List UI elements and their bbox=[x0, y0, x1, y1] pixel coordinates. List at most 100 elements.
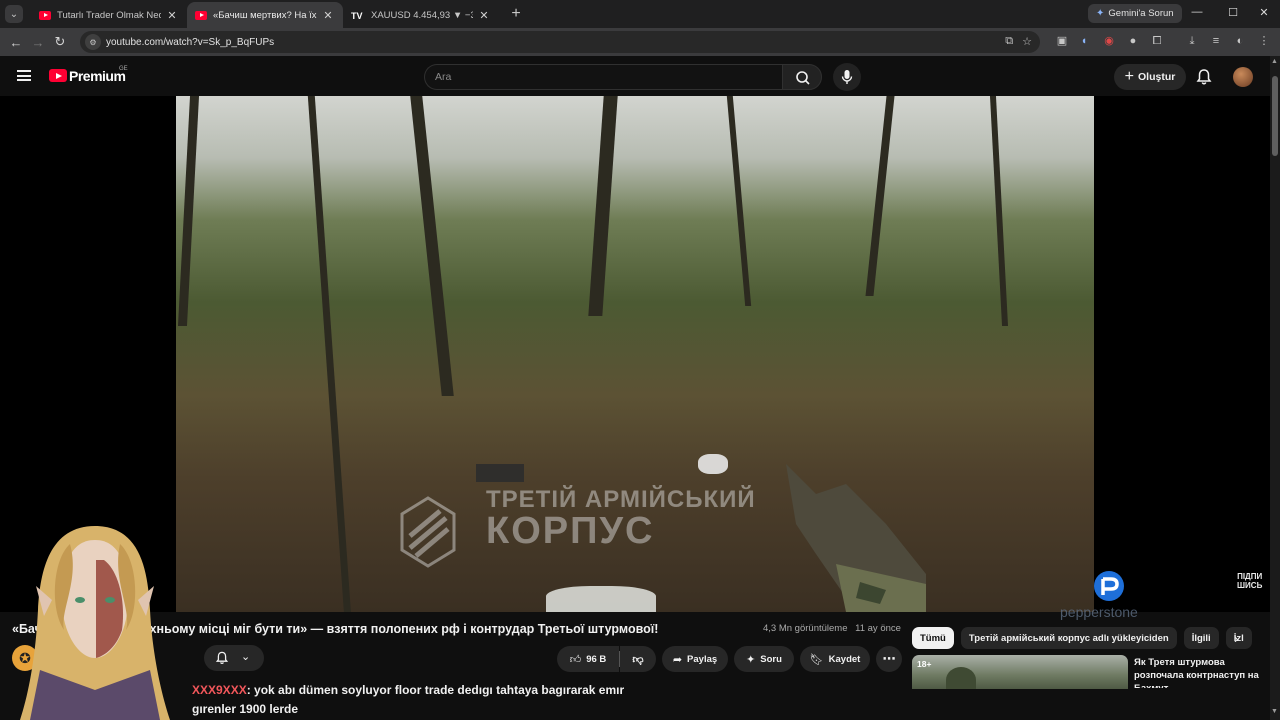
new-tab-button[interactable]: + bbox=[505, 5, 527, 23]
window-close-icon[interactable]: ✕ bbox=[1257, 6, 1271, 19]
extension-icon[interactable]: ▣ bbox=[1055, 34, 1069, 48]
thumbnail-scene bbox=[946, 667, 976, 689]
youtube-masthead: Premium GE + Oluştur bbox=[0, 56, 1280, 96]
subscribe-overlay-badge[interactable]: ПІДПИ ШИСЬ bbox=[1235, 571, 1265, 591]
gemini-label: Gemini'a Sorun bbox=[1108, 8, 1174, 19]
dislike-button[interactable]: 👎︎ bbox=[620, 646, 656, 672]
browser-tab-1[interactable]: Tutarlı Trader Olmak Nedir ? Du ✕ bbox=[31, 2, 187, 28]
reading-list-icon[interactable]: ≡ bbox=[1209, 34, 1223, 48]
page-scrollbar[interactable]: ▲ ▼ bbox=[1270, 56, 1280, 720]
video-scene bbox=[588, 96, 618, 316]
close-tab-icon[interactable]: ✕ bbox=[165, 9, 179, 22]
browser-menu-icon[interactable]: ⋮ bbox=[1257, 34, 1271, 48]
gemini-icon: ✦ bbox=[1096, 8, 1105, 19]
chat-overlay: XXX9XXX: yok abı dümen soyluyor floor tr… bbox=[186, 679, 677, 720]
url-text: youtube.com/watch?v=Sk_p_BqFUPs bbox=[106, 36, 275, 48]
sparkle-icon: ✦ bbox=[746, 653, 756, 666]
related-video-thumbnail[interactable]: 18+ bbox=[912, 655, 1128, 689]
search-input[interactable] bbox=[425, 65, 782, 89]
related-video-title[interactable]: Як Третя штурмова розпочала контрнаступ … bbox=[1134, 656, 1264, 688]
gemini-button[interactable]: ✦ Gemini'a Sorun bbox=[1088, 4, 1182, 23]
close-tab-icon[interactable]: ✕ bbox=[477, 9, 491, 22]
pepperstone-logo-icon bbox=[1094, 571, 1124, 601]
subscription-bell-button[interactable]: ⌄ bbox=[204, 645, 264, 671]
plus-icon: + bbox=[1124, 68, 1134, 85]
chip-watched[interactable]: İzl bbox=[1225, 627, 1252, 649]
like-button[interactable]: 👍︎ 96 B bbox=[557, 646, 619, 672]
extensions-puzzle-icon[interactable]: ⧠ bbox=[1150, 34, 1164, 48]
close-tab-icon[interactable]: ✕ bbox=[321, 9, 335, 22]
forward-icon[interactable]: → bbox=[27, 35, 49, 50]
chat-message: : yok abı dümen soyluyor floor trade ded… bbox=[192, 683, 625, 716]
youtube-icon bbox=[195, 10, 207, 20]
chevron-right-icon[interactable]: › bbox=[1234, 631, 1238, 646]
chip-from-uploader[interactable]: Третій армійський корпус adlı yükleyicid… bbox=[960, 627, 1177, 649]
save-button[interactable]: 🔖︎ Kaydet bbox=[800, 646, 870, 672]
extension-icon[interactable]: ◖ bbox=[1077, 34, 1091, 48]
pepperstone-text: pepperstone bbox=[1060, 604, 1138, 620]
tab-search-button[interactable]: ⌄ bbox=[5, 5, 23, 23]
youtube-logo-icon[interactable] bbox=[49, 69, 67, 82]
thumbs-up-icon: 👍︎ bbox=[569, 653, 582, 666]
like-count: 96 B bbox=[586, 653, 607, 665]
download-icon[interactable]: ⤓ bbox=[1185, 34, 1199, 48]
chip-all[interactable]: Tümü bbox=[912, 627, 954, 649]
scroll-down-icon[interactable]: ▼ bbox=[1271, 708, 1278, 715]
search-button[interactable] bbox=[782, 64, 822, 90]
country-code: GE bbox=[119, 66, 128, 72]
search-icon bbox=[796, 71, 810, 85]
browser-tab-2[interactable]: «Бачиш мертвих? На їхньому ✕ bbox=[187, 2, 343, 28]
account-avatar[interactable] bbox=[1233, 67, 1253, 87]
voice-search-button[interactable] bbox=[833, 63, 861, 91]
related-chip-row: Tümü Третій армійський корпус adlı yükle… bbox=[912, 627, 1252, 649]
gloved-hand bbox=[786, 464, 926, 612]
reload-icon[interactable]: ↻ bbox=[49, 34, 71, 50]
corps-emblem-icon bbox=[400, 496, 456, 568]
badge-line-1: ПІДПИ bbox=[1237, 572, 1263, 581]
guide-menu-icon[interactable] bbox=[17, 70, 31, 81]
share-button[interactable]: ➦ Paylaş bbox=[662, 646, 728, 672]
create-button[interactable]: + Oluştur bbox=[1114, 64, 1186, 90]
youtube-logo-text[interactable]: Premium bbox=[69, 68, 126, 84]
chevron-down-icon: ⌄ bbox=[241, 651, 251, 663]
notifications-bell-icon[interactable] bbox=[1194, 67, 1214, 87]
video-player[interactable]: ТРЕТІЙ АРМІЙСЬКИЙ КОРПУС bbox=[176, 96, 1094, 612]
minimize-icon[interactable]: — bbox=[1190, 6, 1204, 18]
bookmark-star-icon[interactable]: ☆ bbox=[1022, 35, 1032, 48]
extension-icon[interactable]: ● bbox=[1126, 34, 1140, 48]
microphone-icon bbox=[841, 70, 853, 84]
badge-line-2: ШИСЬ bbox=[1237, 581, 1263, 590]
more-horizontal-icon: ⋯ bbox=[882, 651, 896, 666]
ask-button[interactable]: ✦ Soru bbox=[734, 646, 794, 672]
back-icon[interactable]: ← bbox=[5, 35, 27, 50]
scroll-thumb[interactable] bbox=[1272, 76, 1278, 156]
profile-icon[interactable]: ◐ bbox=[1233, 34, 1247, 48]
video-scene bbox=[410, 96, 454, 396]
streamer-avatar bbox=[20, 526, 170, 720]
browser-tab-3[interactable]: TV XAUUSD 4.454,93 ▼ −3,19% A ✕ bbox=[343, 2, 499, 28]
install-app-icon[interactable]: ⧉ bbox=[1005, 35, 1013, 48]
extension-icon[interactable]: ◉ bbox=[1102, 34, 1116, 48]
scroll-up-icon[interactable]: ▲ bbox=[1271, 58, 1278, 65]
share-label: Paylaş bbox=[687, 653, 718, 665]
video-scene bbox=[865, 96, 895, 296]
upload-age: 11 ay önce bbox=[855, 623, 901, 634]
create-label: Oluştur bbox=[1138, 71, 1176, 83]
thumbs-down-icon: 👎︎ bbox=[632, 653, 644, 666]
watermark-line-2: КОРПУС bbox=[486, 510, 655, 552]
tab-title: Tutarlı Trader Olmak Nedir ? Du bbox=[57, 9, 161, 21]
youtube-icon bbox=[39, 10, 51, 20]
video-scene bbox=[726, 96, 752, 306]
video-scene bbox=[698, 454, 728, 474]
tab-title: XAUUSD 4.454,93 ▼ −3,19% A bbox=[371, 9, 473, 21]
video-watermark: ТРЕТІЙ АРМІЙСЬКИЙ КОРПУС bbox=[486, 486, 756, 553]
view-meta: 4,3 Mn görüntüleme 11 ay önce bbox=[763, 623, 901, 634]
site-info-icon[interactable]: ⚙ bbox=[85, 34, 101, 50]
ask-label: Soru bbox=[760, 653, 782, 665]
video-scene bbox=[307, 96, 352, 612]
address-bar[interactable]: ⚙ youtube.com/watch?v=Sk_p_BqFUPs ⧉ ☆ bbox=[80, 31, 1040, 53]
chip-related[interactable]: İlgili bbox=[1183, 627, 1219, 649]
more-actions-button[interactable]: ⋯ bbox=[876, 646, 902, 672]
maximize-icon[interactable]: ☐ bbox=[1226, 6, 1240, 19]
video-scene bbox=[177, 96, 200, 326]
